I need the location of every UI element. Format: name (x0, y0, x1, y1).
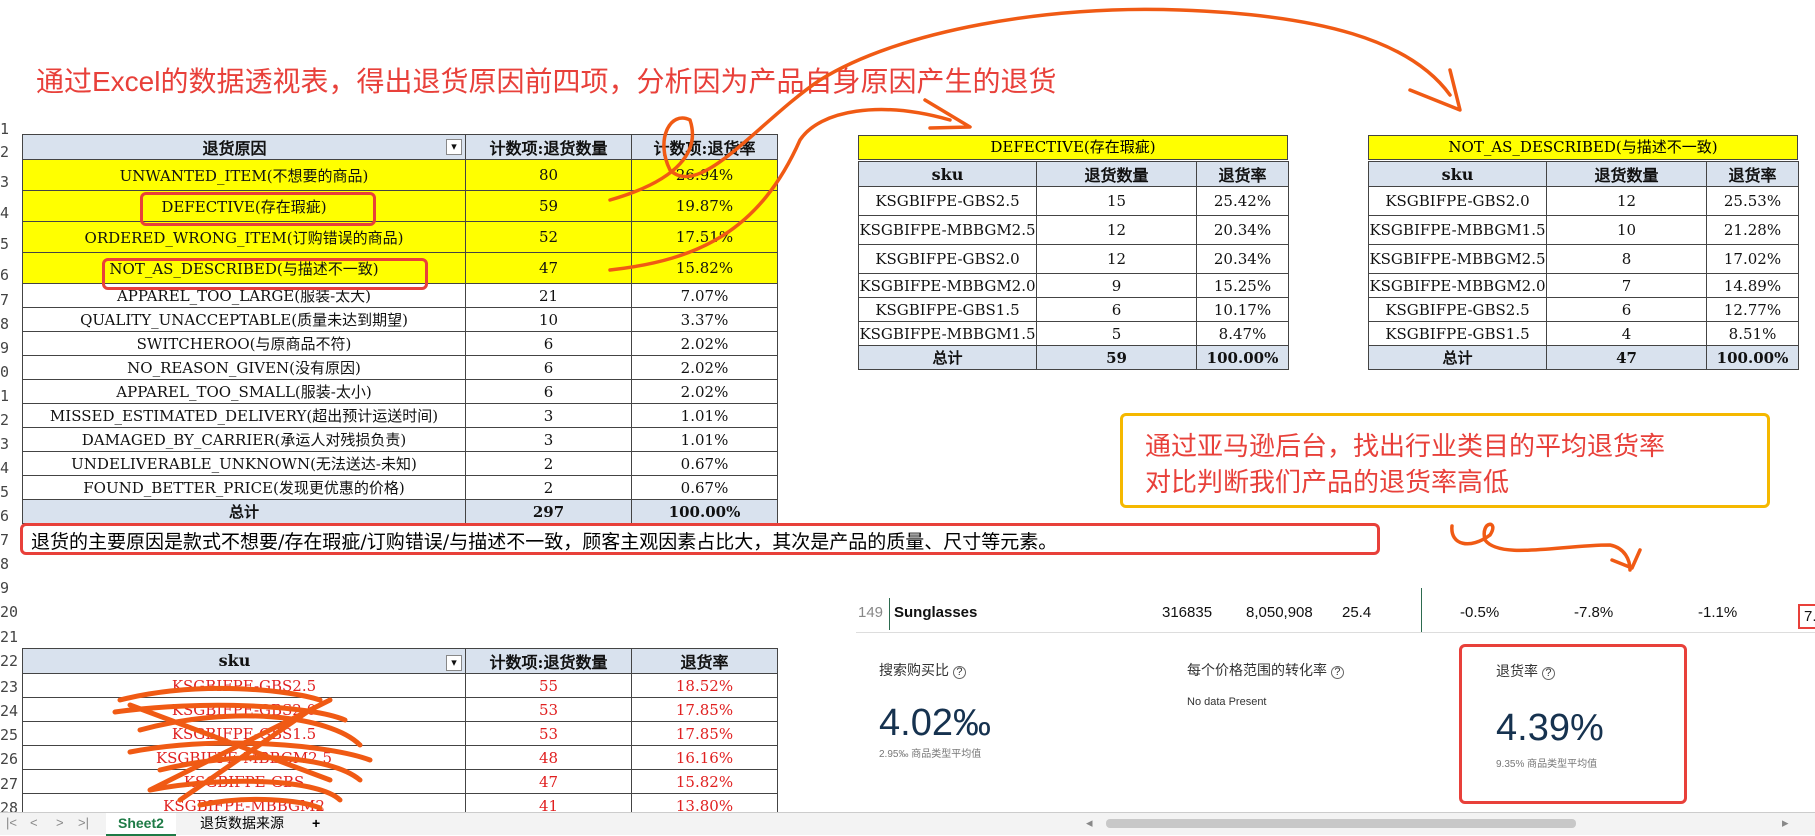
sheet-tab-bar: |< < > >| Sheet2 退货数据来源 + ◂ ▸ (0, 812, 1815, 836)
scroll-right-icon[interactable]: ▸ (1782, 815, 1789, 831)
prev-sheet-icon[interactable]: < (30, 815, 38, 830)
arrow-stroke-icon (1450, 522, 1632, 572)
add-sheet-button[interactable]: + (300, 813, 332, 834)
annotation-overlay (112, 7, 1642, 811)
sheet-tab-data-source[interactable]: 退货数据来源 (188, 813, 296, 834)
arrow-stroke-icon (608, 7, 1452, 202)
next-sheet-icon[interactable]: > (56, 815, 64, 830)
last-sheet-icon[interactable]: >| (78, 815, 89, 830)
arrow-stroke-icon (608, 107, 952, 272)
first-sheet-icon[interactable]: |< (6, 815, 17, 830)
scribble-redaction (112, 685, 373, 811)
scroll-left-icon[interactable]: ◂ (1086, 815, 1093, 831)
horizontal-scrollbar[interactable] (1106, 819, 1576, 828)
sheet-tab-sheet2[interactable]: Sheet2 (106, 813, 176, 836)
